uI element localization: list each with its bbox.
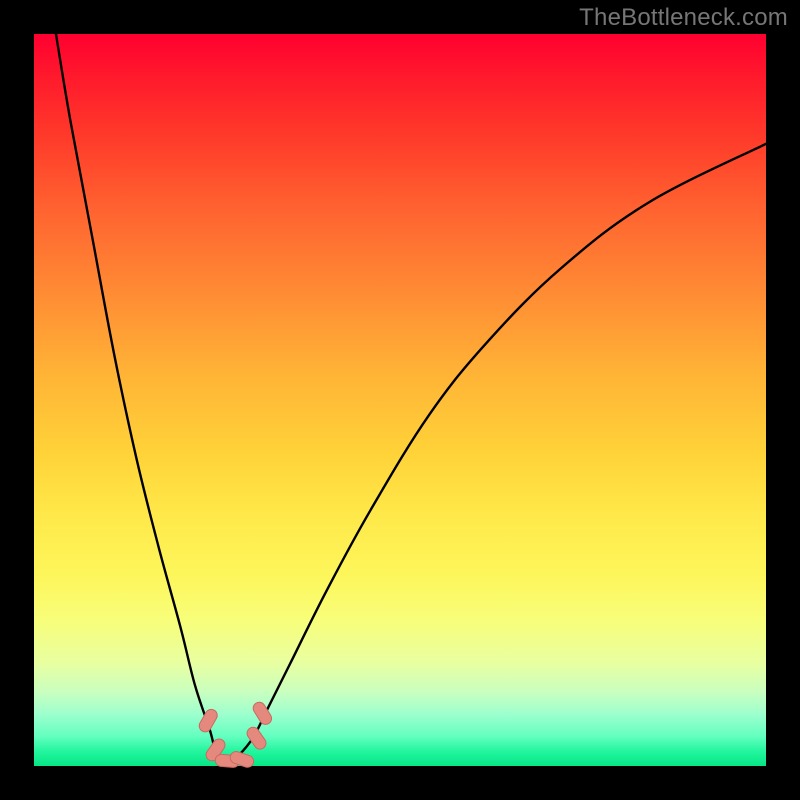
point-left-upper	[197, 707, 219, 734]
point-right-lower	[245, 725, 269, 752]
data-markers	[197, 700, 274, 769]
outer-frame: TheBottleneck.com	[0, 0, 800, 800]
plot-area	[34, 34, 766, 766]
bottleneck-curve	[56, 34, 766, 762]
curve-svg	[34, 34, 766, 766]
watermark-text: TheBottleneck.com	[579, 4, 788, 32]
